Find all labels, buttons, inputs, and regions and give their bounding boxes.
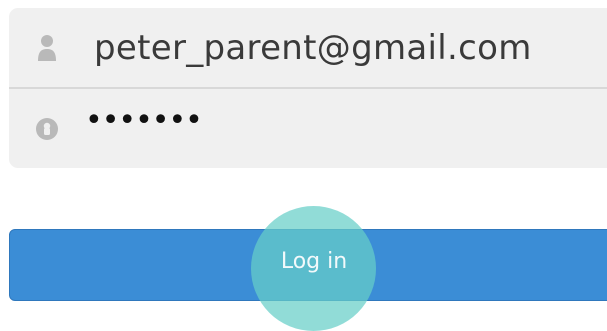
email-field[interactable]: peter_parent@gmail.com	[9, 8, 607, 88]
lock-icon	[34, 116, 60, 142]
login-screen: peter_parent@gmail.com ••••••• Log in	[0, 0, 607, 331]
login-form: peter_parent@gmail.com	[9, 8, 607, 168]
email-value[interactable]: peter_parent@gmail.com	[94, 28, 532, 68]
password-value[interactable]: •••••••	[85, 106, 203, 136]
login-button-label: Log in	[280, 249, 348, 274]
user-icon	[34, 33, 60, 63]
